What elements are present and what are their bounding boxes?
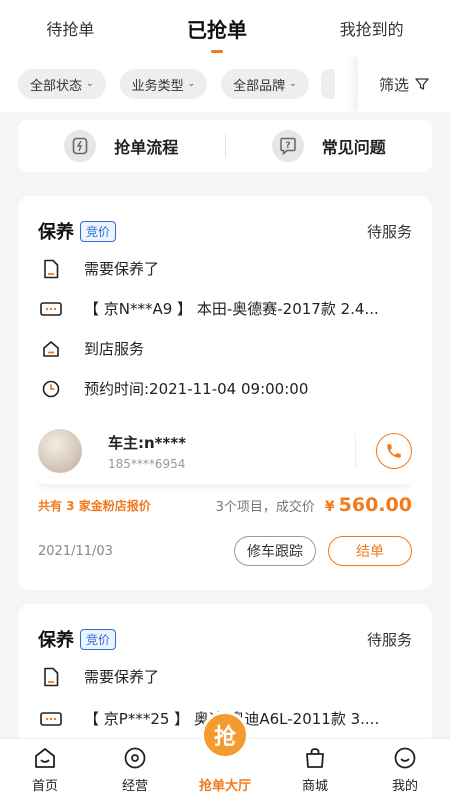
quote-row: 共有 3 家金粉店报价 3个项目，成交价 ¥560.00 [38, 494, 412, 516]
license-plate-icon [38, 711, 64, 726]
owner-panel: 车主:n**** 185****6954 [38, 424, 412, 478]
tab-grabbed[interactable]: 已抢单 [183, 6, 251, 53]
store-icon [38, 340, 64, 358]
funnel-icon [415, 78, 429, 90]
bid-badge: 竞价 [80, 628, 117, 650]
owner-name: 车主:n**** [108, 433, 187, 452]
deal-price-value: 560.00 [338, 494, 412, 516]
quick-link-flow-label: 抢单流程 [114, 138, 179, 157]
chevron-down-icon: ⌄ [187, 79, 196, 89]
order-date: 2021/11/03 [38, 543, 113, 559]
quick-link-faq-label: 常见问题 [321, 138, 386, 157]
order-status: 待服务 [366, 630, 412, 649]
need-text: 需要保养了 [84, 668, 160, 686]
top-tabs: 待抢单 已抢单 我抢到的 [0, 0, 450, 56]
filter-status-label: 全部状态 [30, 78, 83, 94]
order-card[interactable]: 保养 竞价 待服务 需要保养了 【 京N***A9 】 本田-奥德赛-2017款… [18, 196, 432, 590]
chevron-down-icon: ⌄ [289, 79, 297, 89]
deal-price: ¥560.00 [325, 494, 412, 516]
filter-button-label: 筛选 [378, 75, 409, 94]
svg-text:?: ? [285, 141, 290, 151]
tab-mine[interactable]: 我抢到的 [336, 8, 408, 48]
quick-links: 抢单流程 ? 常见问题 [18, 120, 432, 172]
nav-grab-hall-label: 抢单大厅 [198, 779, 251, 794]
bag-icon [303, 743, 327, 773]
nav-mall-label: 商城 [301, 779, 328, 794]
license-plate-icon [38, 301, 64, 316]
service-type: 保养 [38, 630, 74, 651]
need-row: 需要保养了 [38, 258, 412, 279]
owner-panel-shadow [38, 478, 412, 484]
filter-bar: 全部状态 ⌄ 业务类型 ⌄ 全部品牌 ⌄ 筛选 [0, 56, 450, 112]
filter-status-chip[interactable]: 全部状态 ⌄ [18, 69, 106, 99]
close-order-button[interactable]: 结单 [328, 536, 412, 566]
owner-info: 车主:n**** 185****6954 [108, 432, 186, 471]
service-type: 保养 [38, 222, 74, 243]
nav-profile[interactable]: 我的 [360, 739, 450, 800]
bottom-nav: 首页 经营 抢 抢单大厅 商城 我的 [0, 711, 450, 800]
nav-mall[interactable]: 商城 [270, 739, 360, 800]
filter-button[interactable]: 筛选 [358, 56, 450, 112]
need-text: 需要保养了 [84, 260, 160, 278]
order-footer: 2021/11/03 修车跟踪 结单 [38, 536, 412, 566]
quote-count: 共有 3 家金粉店报价 [38, 498, 151, 513]
chevron-down-icon: ⌄ [86, 79, 94, 89]
currency-symbol: ¥ [324, 499, 335, 515]
grab-icon: 抢 [201, 711, 249, 759]
filter-brand-chip[interactable]: 全部品牌 ⌄ [221, 69, 309, 99]
quick-link-faq[interactable]: ? 常见问题 [226, 130, 433, 162]
clock-icon [38, 380, 64, 398]
vehicle-text: 【 京N***A9 】 本田-奥德赛-2017款 2.4... [84, 300, 379, 318]
service-mode-row: 到店服务 [38, 338, 412, 359]
quick-link-flow[interactable]: 抢单流程 [18, 130, 225, 162]
nav-business[interactable]: 经营 [90, 739, 180, 800]
document-icon [38, 667, 64, 687]
order-header: 保养 竞价 待服务 [38, 626, 412, 652]
nav-home[interactable]: 首页 [0, 739, 90, 800]
quote-summary: 3个项目，成交价 [215, 499, 315, 515]
vehicle-row: 【 京N***A9 】 本田-奥德赛-2017款 2.4... [38, 298, 412, 319]
avatar [38, 429, 82, 473]
nav-home-label: 首页 [31, 779, 58, 794]
home-icon [33, 743, 57, 773]
filter-overflow-chip[interactable] [320, 69, 335, 99]
order-header: 保养 竞价 待服务 [38, 218, 412, 244]
target-icon [123, 743, 147, 773]
smile-icon [393, 743, 417, 773]
call-button[interactable] [376, 433, 412, 469]
nav-business-label: 经营 [121, 779, 148, 794]
filter-business-label: 业务类型 [131, 78, 184, 94]
bid-badge: 竞价 [80, 220, 117, 242]
divider [355, 434, 356, 468]
question-icon: ? [271, 130, 304, 162]
flow-icon [64, 130, 97, 162]
filter-brand-label: 全部品牌 [233, 78, 286, 94]
owner-phone: 185****6954 [108, 456, 186, 471]
repair-tracking-button[interactable]: 修车跟踪 [234, 536, 316, 566]
phone-icon [387, 444, 401, 458]
appointment-text: 预约时间:2021-11-04 09:00:00 [84, 380, 309, 398]
appointment-row: 预约时间:2021-11-04 09:00:00 [38, 378, 412, 399]
nav-profile-label: 我的 [391, 779, 418, 794]
nav-grab-hall[interactable]: 抢 抢单大厅 [180, 711, 270, 800]
service-mode-text: 到店服务 [84, 340, 145, 358]
need-row: 需要保养了 [38, 666, 412, 687]
tab-pending[interactable]: 待抢单 [42, 8, 98, 48]
filter-business-chip[interactable]: 业务类型 ⌄ [119, 69, 208, 99]
document-icon [38, 259, 64, 279]
order-status: 待服务 [366, 222, 412, 241]
